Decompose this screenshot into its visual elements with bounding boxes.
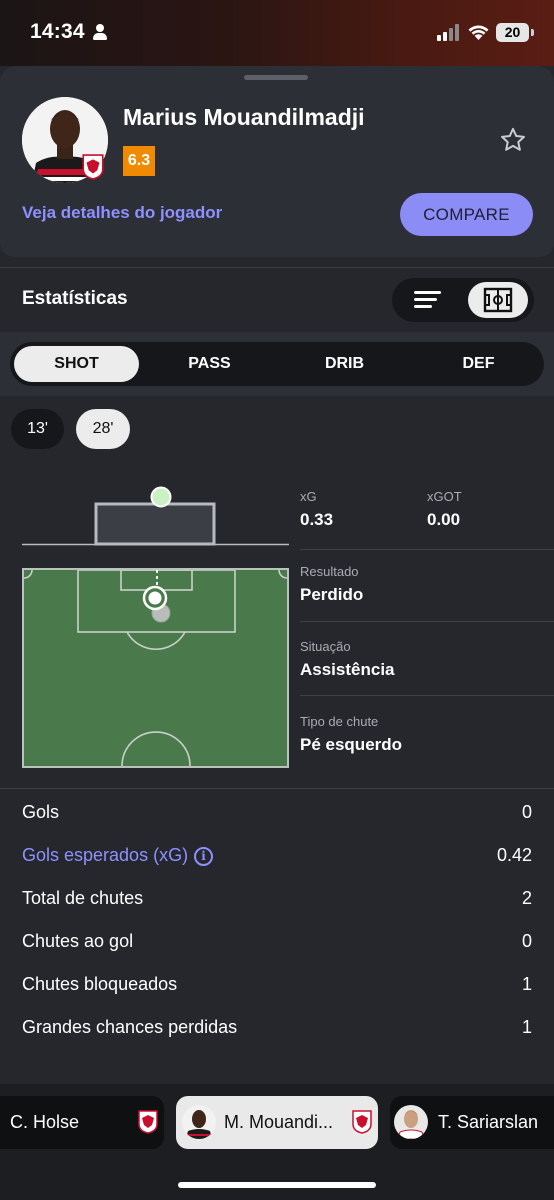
stats-section-title: Estatísticas xyxy=(22,288,128,309)
shot-type-value: Pé esquerdo xyxy=(300,735,403,754)
battery-indicator: 20 xyxy=(496,23,529,42)
tab-shot[interactable]: SHOT xyxy=(14,346,139,382)
player-card-mouandilmadji[interactable]: M. Mouandi... xyxy=(176,1096,378,1149)
summary-goals-label: Gols xyxy=(22,802,60,822)
tab-pass[interactable]: PASS xyxy=(147,346,272,382)
shot-chip-13[interactable]: 13' xyxy=(11,409,64,449)
shot-chip-28[interactable]: 28' xyxy=(76,409,130,449)
summary-total-shots-value: 2 xyxy=(521,888,532,908)
shot-map-pitch xyxy=(22,568,289,768)
xgot-value: 0.00 xyxy=(427,510,461,529)
summary-xg-value: 0.42 xyxy=(496,845,532,865)
wifi-icon xyxy=(468,25,489,40)
list-lines-icon xyxy=(414,291,441,308)
stat-category-tabs: SHOT PASS DRIB DEF xyxy=(10,342,544,386)
pitch-icon xyxy=(483,287,513,313)
status-bar: 14:34 20 xyxy=(0,0,554,66)
tab-def[interactable]: DEF xyxy=(416,346,541,382)
player-rating-badge: 6.3 xyxy=(123,146,155,176)
compare-button[interactable]: COMPARE xyxy=(400,193,533,236)
summary-big-chances-value: 1 xyxy=(521,1017,532,1037)
player-card-name: C. Holse xyxy=(10,1112,80,1132)
xg-label: xG xyxy=(300,489,317,504)
player-card-avatar xyxy=(182,1105,216,1139)
club-badge-icon xyxy=(82,154,104,180)
divider xyxy=(0,267,554,268)
favorite-star-icon[interactable] xyxy=(499,126,527,154)
player-details-link[interactable]: Veja detalhes do jogador xyxy=(22,203,222,223)
list-view-button[interactable] xyxy=(398,282,458,318)
player-stats-sheet: Marius Mouandilmadji 6.3 Veja detalhes d… xyxy=(0,66,554,1200)
summary-xg-row[interactable]: Gols esperados (xG) i xyxy=(22,845,214,866)
player-card-name: T. Sariarslan xyxy=(438,1112,539,1132)
view-toggle xyxy=(392,278,534,322)
player-card-avatar xyxy=(394,1105,428,1139)
xg-value: 0.33 xyxy=(300,510,334,529)
player-header: Marius Mouandilmadji 6.3 Veja detalhes d… xyxy=(0,66,554,257)
summary-shots-on-target-value: 0 xyxy=(521,931,532,951)
shot-map-drawing xyxy=(23,569,288,767)
home-indicator xyxy=(178,1182,376,1188)
player-card-name: M. Mouandi... xyxy=(224,1112,334,1132)
player-card-holse[interactable]: C. Holse xyxy=(0,1096,164,1149)
club-badge-icon xyxy=(352,1110,372,1134)
summary-goals-value: 0 xyxy=(521,802,532,822)
summary-blocked-shots-label: Chutes bloqueados xyxy=(22,974,178,994)
tab-drib[interactable]: DRIB xyxy=(282,346,407,382)
summary-total-shots-label: Total de chutes xyxy=(22,888,144,908)
status-time: 14:34 xyxy=(30,20,85,43)
player-card-sariarslan[interactable]: T. Sariarslan xyxy=(390,1096,554,1149)
xgot-label: xGOT xyxy=(427,489,462,504)
pitch-view-button[interactable] xyxy=(468,282,528,318)
player-name: Marius Mouandilmadji xyxy=(123,104,365,130)
club-badge-icon xyxy=(138,1110,158,1134)
summary-shots-on-target-label: Chutes ao gol xyxy=(22,931,134,951)
summary-big-chances-label: Grandes chances perdidas xyxy=(22,1017,238,1037)
situation-label: Situação xyxy=(300,639,351,654)
signal-icon xyxy=(437,24,461,41)
summary-xg-label[interactable]: Gols esperados (xG) xyxy=(22,845,188,865)
situation-value: Assistência xyxy=(300,660,395,679)
summary-blocked-shots-value: 1 xyxy=(521,974,532,994)
sheet-grabber[interactable] xyxy=(244,75,308,80)
person-icon xyxy=(93,24,107,40)
result-label: Resultado xyxy=(300,564,359,579)
result-value: Perdido xyxy=(300,585,364,604)
goal-frame-graphic xyxy=(22,486,289,546)
shot-type-label: Tipo de chute xyxy=(300,714,379,729)
info-icon[interactable]: i xyxy=(194,847,214,866)
